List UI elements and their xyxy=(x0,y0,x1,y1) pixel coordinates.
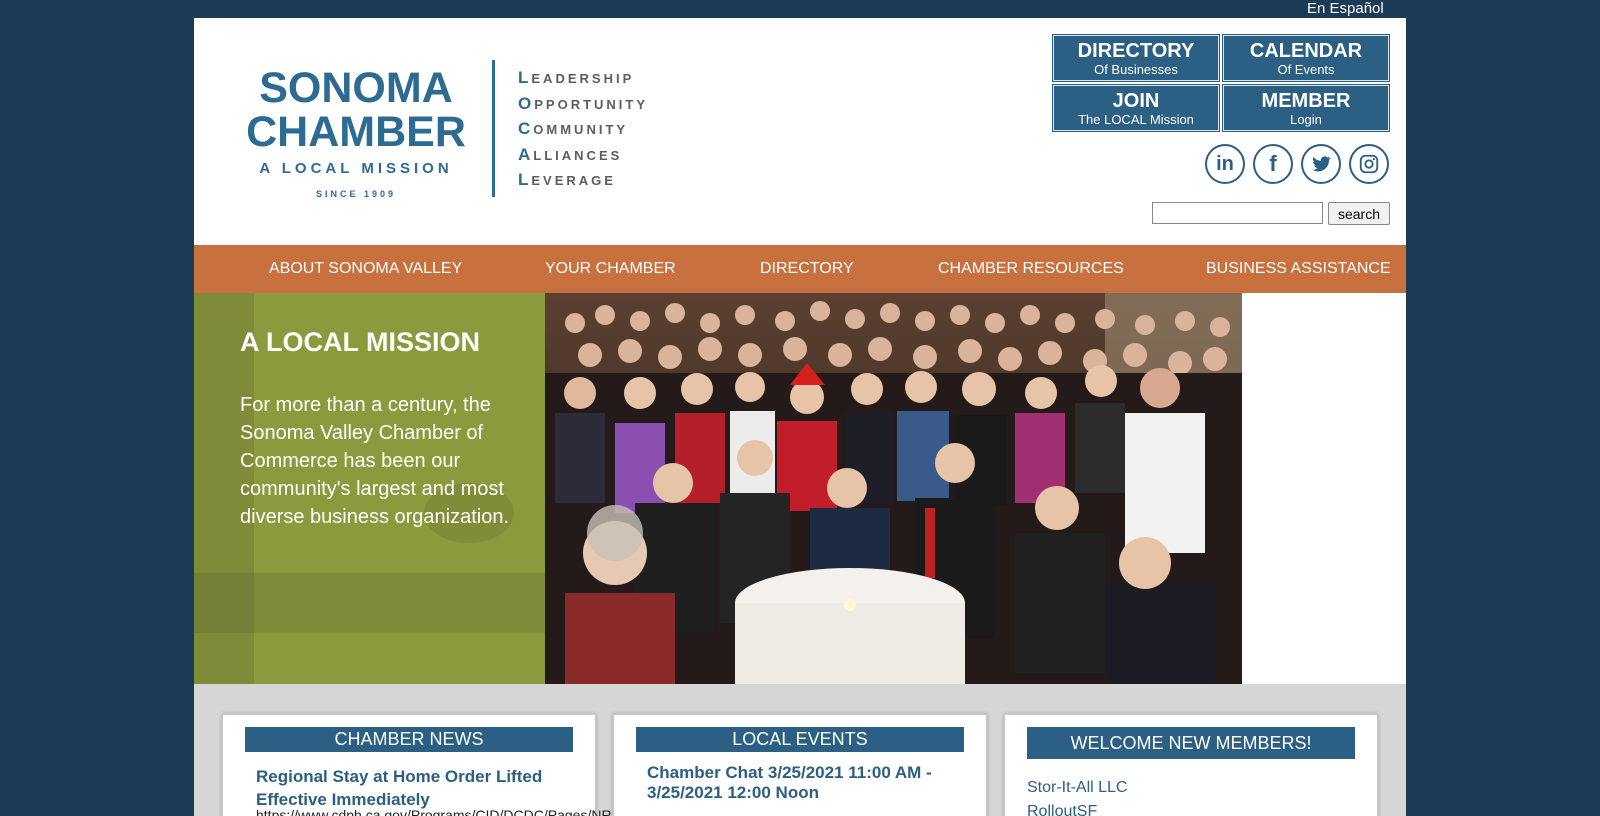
twitter-icon[interactable] xyxy=(1301,144,1341,184)
member-login-button[interactable]: MEMBER Login xyxy=(1222,84,1390,132)
member-item[interactable]: Stor-It-All LLC xyxy=(1027,779,1127,797)
logo[interactable]: SONOMA CHAMBER A LOCAL MISSION SINCE 190… xyxy=(246,66,466,199)
hero-texture xyxy=(194,573,545,633)
acrostic-line-leadership: LEADERSHIP xyxy=(518,68,635,87)
calendar-button[interactable]: CALENDAR Of Events xyxy=(1222,34,1390,82)
local-events-card: LOCAL EVENTS Chamber Chat 3/25/2021 11:0… xyxy=(613,714,987,816)
content-area: CHAMBER NEWS Regional Stay at Home Order… xyxy=(194,684,1406,816)
nav-chamber-resources[interactable]: CHAMBER RESOURCES xyxy=(938,260,1124,278)
group-photo xyxy=(545,293,1242,684)
logo-tagline: A LOCAL MISSION xyxy=(259,160,453,177)
instagram-icon[interactable] xyxy=(1349,144,1389,184)
join-button[interactable]: JOIN The LOCAL Mission xyxy=(1052,84,1220,132)
hero-title: A LOCAL MISSION xyxy=(240,327,481,357)
logo-acrostic: LEADERSHIP OPPORTUNITY COMMUNITY ALLIANC… xyxy=(518,68,648,196)
acrostic-line-community: COMMUNITY xyxy=(518,119,629,139)
acrostic-line-opportunity: OPPORTUNITY xyxy=(518,93,649,113)
group-photo-illustration xyxy=(545,293,1242,684)
new-members-heading: WELCOME NEW MEMBERS! xyxy=(1027,727,1355,759)
facebook-icon[interactable]: f xyxy=(1253,144,1293,184)
chamber-news-card: CHAMBER NEWS Regional Stay at Home Order… xyxy=(222,714,612,816)
directory-button[interactable]: DIRECTORY Of Businesses xyxy=(1052,34,1220,82)
social-links: in f xyxy=(1205,144,1389,184)
main-nav: ABOUT SONOMA VALLEY YOUR CHAMBER DIRECTO… xyxy=(194,245,1406,293)
nav-business-assistance[interactable]: BUSINESS ASSISTANCE xyxy=(1206,260,1391,278)
logo-since: SINCE 1909 xyxy=(315,189,397,199)
event-item-title[interactable]: Chamber Chat 3/25/2021 11:00 AM - 3/25/2… xyxy=(647,763,947,803)
search-input[interactable] xyxy=(1152,202,1323,224)
logo-line-2: CHAMBER xyxy=(246,108,466,156)
nav-about-sonoma-valley[interactable]: ABOUT SONOMA VALLEY xyxy=(269,260,462,278)
acrostic-line-alliances: ALLIANCES xyxy=(518,144,623,164)
local-events-heading: LOCAL EVENTS xyxy=(636,727,964,752)
news-item-url[interactable]: https://www.cdph.ca.gov/Programs/CID/DCD… xyxy=(256,807,612,816)
acrostic-line-leverage: LEVERAGE xyxy=(518,170,616,190)
new-members-card: WELCOME NEW MEMBERS! Stor-It-All LLC Rol… xyxy=(1004,714,1378,816)
quick-links: DIRECTORY Of Businesses CALENDAR Of Even… xyxy=(1052,34,1390,132)
news-item-title[interactable]: Regional Stay at Home Order Lifted Effec… xyxy=(256,765,586,811)
hero-text: For more than a century, the Sonoma Vall… xyxy=(240,394,510,528)
search-button[interactable]: search xyxy=(1328,202,1390,225)
logo-line-1: SONOMA xyxy=(259,64,453,112)
chamber-news-heading: CHAMBER NEWS xyxy=(245,727,573,752)
en-espanol-link[interactable]: En Español xyxy=(1307,0,1384,17)
linkedin-icon[interactable]: in xyxy=(1205,144,1245,184)
logo-divider xyxy=(492,60,495,197)
nav-directory[interactable]: DIRECTORY xyxy=(760,260,854,278)
hero-panel: A LOCAL MISSION For more than a century,… xyxy=(194,293,545,684)
page-container: SONOMA CHAMBER A LOCAL MISSION SINCE 190… xyxy=(194,18,1406,816)
member-item[interactable]: RolloutSF xyxy=(1027,803,1097,816)
nav-your-chamber[interactable]: YOUR CHAMBER xyxy=(545,260,676,278)
